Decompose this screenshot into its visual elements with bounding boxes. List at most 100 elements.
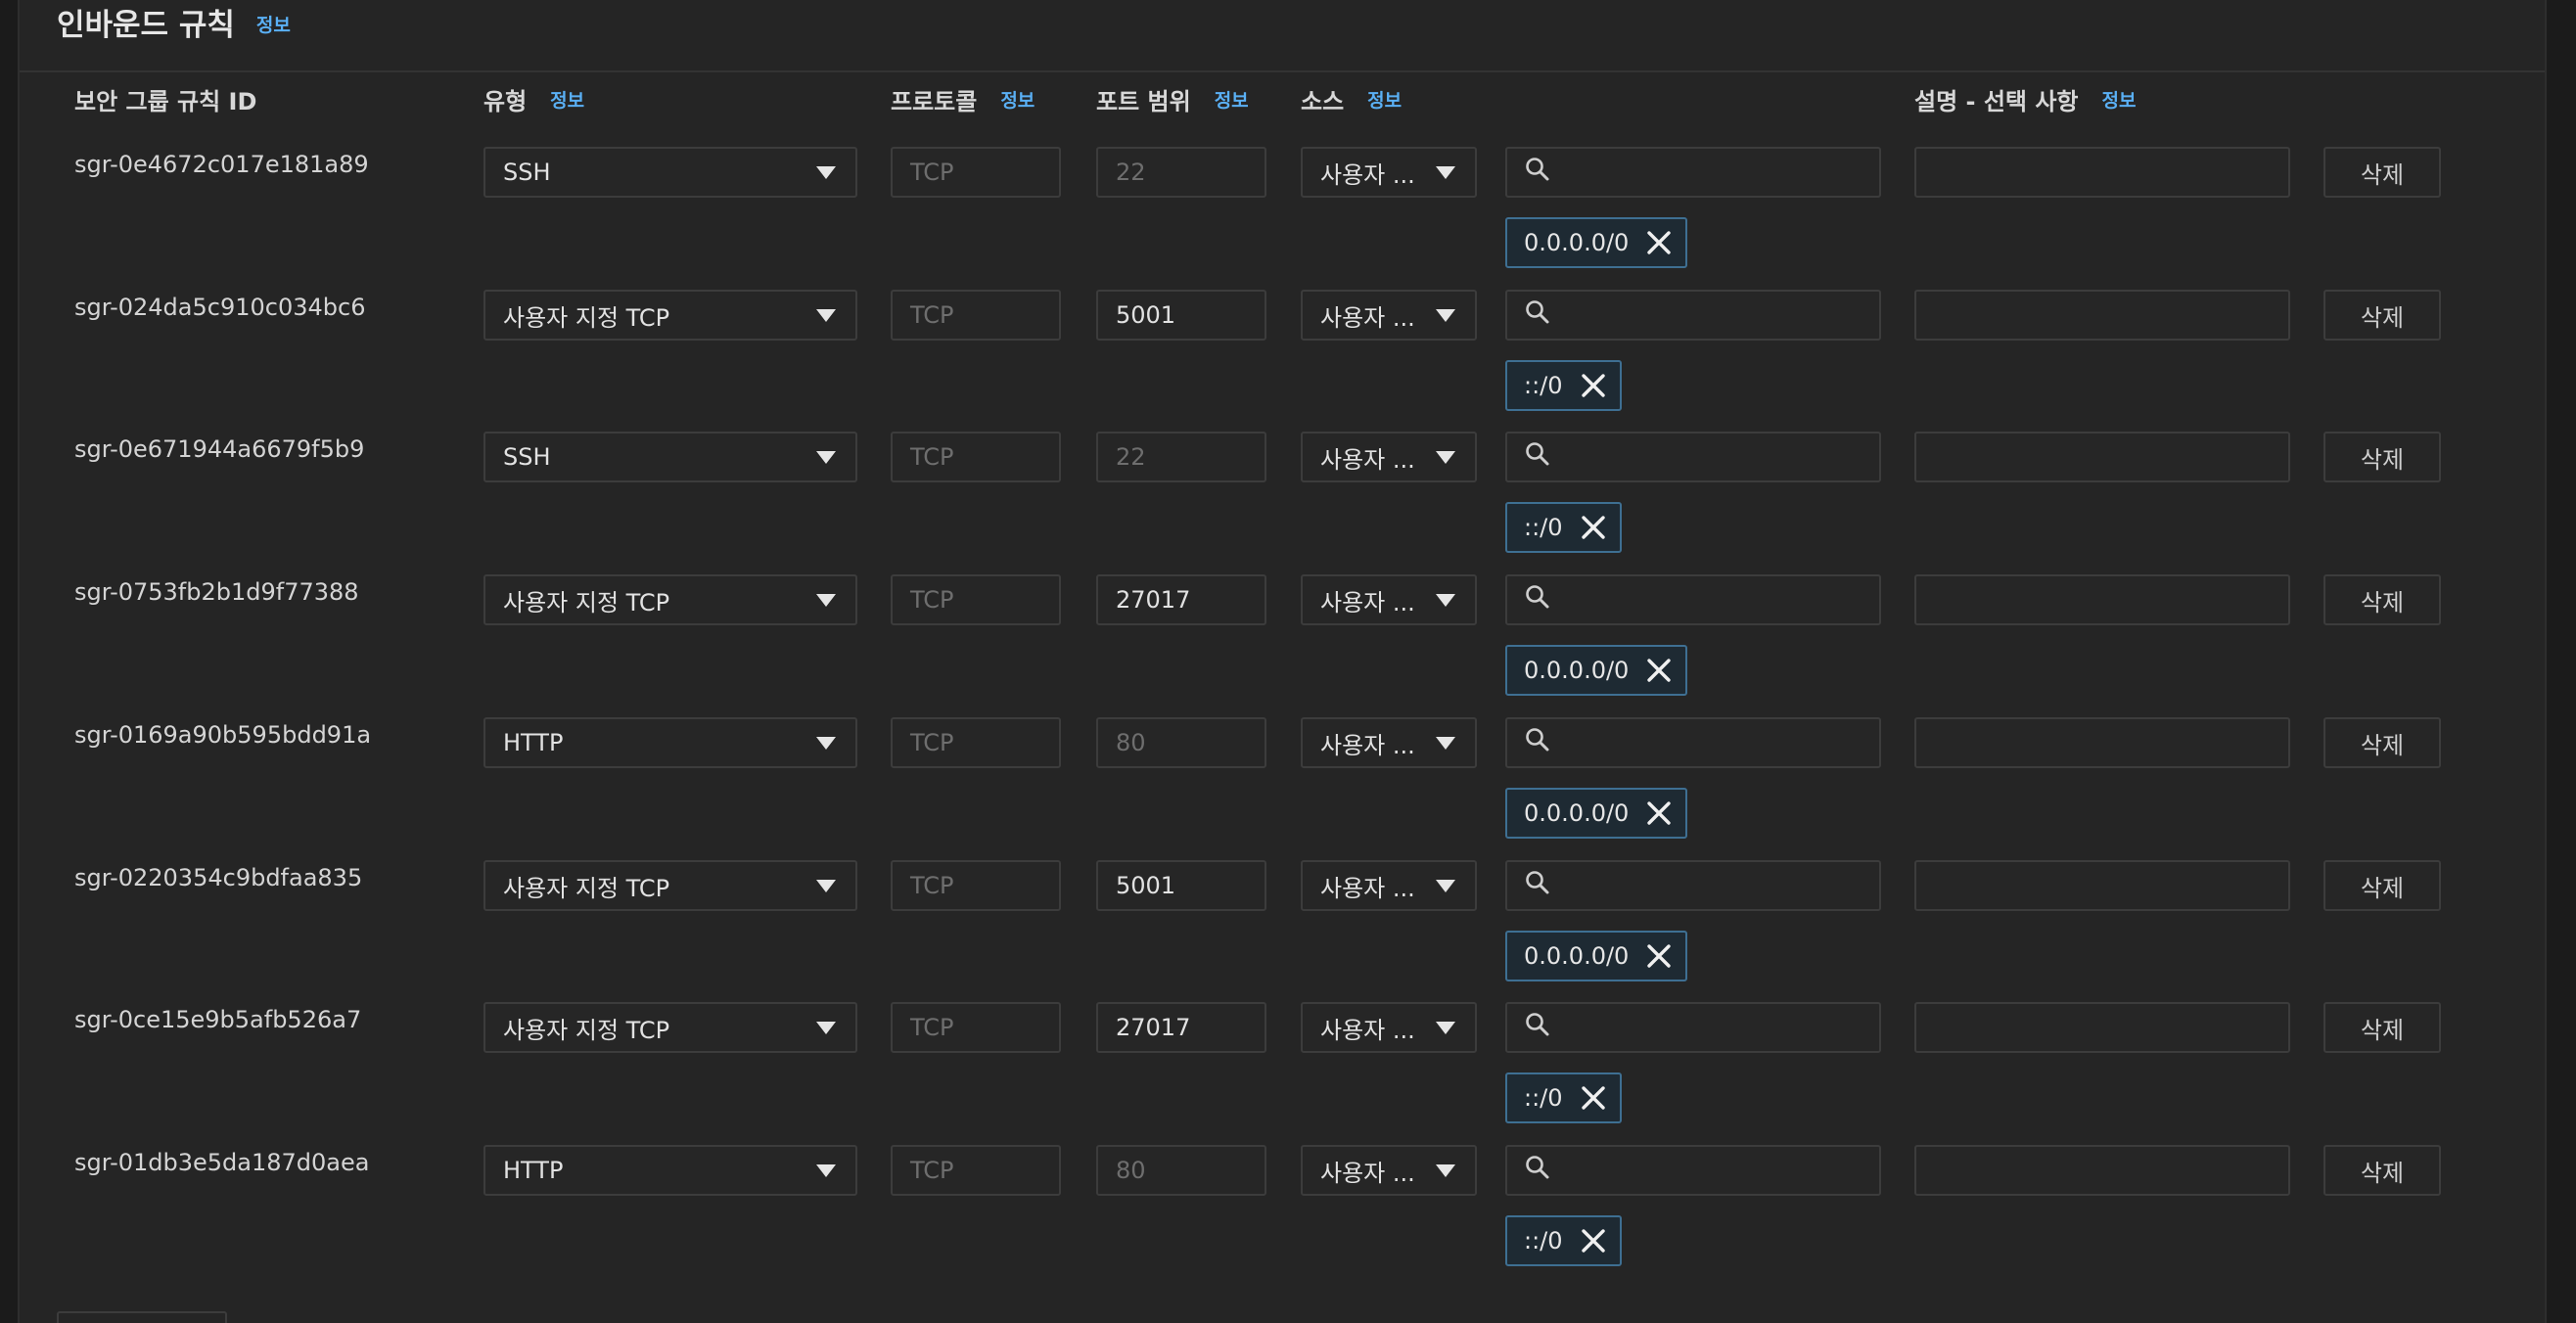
cidr-search-input[interactable] <box>1505 1002 1881 1053</box>
chevron-down-icon <box>816 593 836 607</box>
chevron-down-icon <box>816 308 836 322</box>
type-value: HTTP <box>503 1157 564 1184</box>
port-range-input[interactable]: 27017 <box>1096 1002 1266 1053</box>
type-select[interactable]: SSH <box>483 147 857 198</box>
port-value: 80 <box>1116 729 1146 756</box>
rule-id: sgr-0753fb2b1d9f77388 <box>74 578 359 606</box>
cidr-search-input[interactable] <box>1505 860 1881 911</box>
cidr-value: 0.0.0.0/0 <box>1524 657 1630 684</box>
close-icon[interactable] <box>1644 228 1674 257</box>
port-range-info-link[interactable]: 정보 <box>1215 86 1249 113</box>
rule-row: sgr-0169a90b595bdd91a HTTP TCP 80 사용자 ... 삭제 0… <box>20 717 2545 860</box>
protocol-info-link[interactable]: 정보 <box>1000 86 1035 113</box>
close-icon[interactable] <box>1579 1226 1608 1255</box>
close-icon[interactable] <box>1644 798 1674 828</box>
chevron-down-icon <box>1436 450 1455 464</box>
protocol-value: TCP <box>910 1157 954 1184</box>
description-info-link[interactable]: 정보 <box>2102 86 2137 113</box>
source-select[interactable]: 사용자 ... <box>1301 432 1477 482</box>
chevron-down-icon <box>1436 1021 1455 1034</box>
source-value: 사용자 ... <box>1320 874 1415 902</box>
description-input[interactable] <box>1914 574 2290 625</box>
cidr-value: ::/0 <box>1524 1227 1563 1255</box>
cidr-token: ::/0 <box>1505 502 1622 553</box>
source-info-link[interactable]: 정보 <box>1367 86 1402 113</box>
add-rule-button[interactable] <box>57 1311 227 1323</box>
column-label: 포트 범위 <box>1096 87 1191 115</box>
column-label: 소스 <box>1301 87 1345 115</box>
source-select[interactable]: 사용자 ... <box>1301 1002 1477 1053</box>
protocol-value: TCP <box>910 586 954 614</box>
port-range-input[interactable]: 5001 <box>1096 290 1266 341</box>
source-value: 사용자 ... <box>1320 445 1415 474</box>
rule-row: sgr-0753fb2b1d9f77388 사용자 지정 TCP TCP 27017 사… <box>20 574 2545 717</box>
panel-info-link[interactable]: 정보 <box>256 11 291 37</box>
page: 인바운드 규칙 정보 보안 그룹 규칙 ID 유형 정보 프로토콜 정보 포트 … <box>0 0 2576 1323</box>
port-range-input: 80 <box>1096 717 1266 768</box>
port-range-input[interactable]: 5001 <box>1096 860 1266 911</box>
source-select[interactable]: 사용자 ... <box>1301 574 1477 625</box>
type-select[interactable]: 사용자 지정 TCP <box>483 574 857 625</box>
panel-title: 인바운드 규칙 <box>57 7 235 43</box>
rule-id: sgr-01db3e5da187d0aea <box>74 1149 370 1176</box>
cidr-search-input[interactable] <box>1505 432 1881 482</box>
port-value: 27017 <box>1116 1014 1191 1041</box>
type-select[interactable]: 사용자 지정 TCP <box>483 1002 857 1053</box>
search-icon <box>1525 727 1550 758</box>
type-select[interactable]: 사용자 지정 TCP <box>483 860 857 911</box>
delete-button[interactable]: 삭제 <box>2323 432 2441 482</box>
rule-row: sgr-0e4672c017e181a89 SSH TCP 22 사용자 ... 삭제 0.… <box>20 147 2545 290</box>
delete-button[interactable]: 삭제 <box>2323 147 2441 198</box>
close-icon[interactable] <box>1644 656 1674 685</box>
source-select[interactable]: 사용자 ... <box>1301 860 1477 911</box>
description-input[interactable] <box>1914 1145 2290 1196</box>
close-icon[interactable] <box>1579 1083 1608 1113</box>
close-icon[interactable] <box>1579 371 1608 400</box>
port-range-input[interactable]: 27017 <box>1096 574 1266 625</box>
source-select[interactable]: 사용자 ... <box>1301 290 1477 341</box>
cidr-search-input[interactable] <box>1505 574 1881 625</box>
description-input[interactable] <box>1914 290 2290 341</box>
type-select[interactable]: 사용자 지정 TCP <box>483 290 857 341</box>
description-input[interactable] <box>1914 147 2290 198</box>
port-value: 5001 <box>1116 872 1176 899</box>
rule-id: sgr-0220354c9bdfaa835 <box>74 864 363 891</box>
source-select[interactable]: 사용자 ... <box>1301 147 1477 198</box>
column-header-description: 설명 - 선택 사항 정보 <box>1914 82 2136 115</box>
type-info-link[interactable]: 정보 <box>550 86 584 113</box>
description-input[interactable] <box>1914 1002 2290 1053</box>
delete-button[interactable]: 삭제 <box>2323 290 2441 341</box>
protocol-field: TCP <box>891 432 1061 482</box>
search-icon <box>1525 870 1550 901</box>
type-value: SSH <box>503 443 551 471</box>
type-value: HTTP <box>503 729 564 756</box>
description-input[interactable] <box>1914 432 2290 482</box>
type-value: 사용자 지정 TCP <box>503 303 670 332</box>
column-label: 프로토콜 <box>891 87 978 115</box>
delete-button[interactable]: 삭제 <box>2323 574 2441 625</box>
source-select[interactable]: 사용자 ... <box>1301 1145 1477 1196</box>
type-select[interactable]: SSH <box>483 432 857 482</box>
cidr-search-input[interactable] <box>1505 290 1881 341</box>
delete-button[interactable]: 삭제 <box>2323 717 2441 768</box>
description-input[interactable] <box>1914 860 2290 911</box>
cidr-search-input[interactable] <box>1505 147 1881 198</box>
delete-button[interactable]: 삭제 <box>2323 1002 2441 1053</box>
delete-button[interactable]: 삭제 <box>2323 1145 2441 1196</box>
source-select[interactable]: 사용자 ... <box>1301 717 1477 768</box>
type-select[interactable]: HTTP <box>483 1145 857 1196</box>
header-divider <box>20 70 2545 72</box>
close-icon[interactable] <box>1579 513 1608 542</box>
protocol-value: TCP <box>910 301 954 329</box>
delete-button[interactable]: 삭제 <box>2323 860 2441 911</box>
cidr-search-input[interactable] <box>1505 717 1881 768</box>
cidr-value: 0.0.0.0/0 <box>1524 799 1630 827</box>
search-icon <box>1525 441 1550 473</box>
description-input[interactable] <box>1914 717 2290 768</box>
cidr-token: 0.0.0.0/0 <box>1505 788 1688 839</box>
chevron-down-icon <box>816 736 836 750</box>
cidr-search-input[interactable] <box>1505 1145 1881 1196</box>
close-icon[interactable] <box>1644 941 1674 971</box>
type-select[interactable]: HTTP <box>483 717 857 768</box>
protocol-value: TCP <box>910 729 954 756</box>
